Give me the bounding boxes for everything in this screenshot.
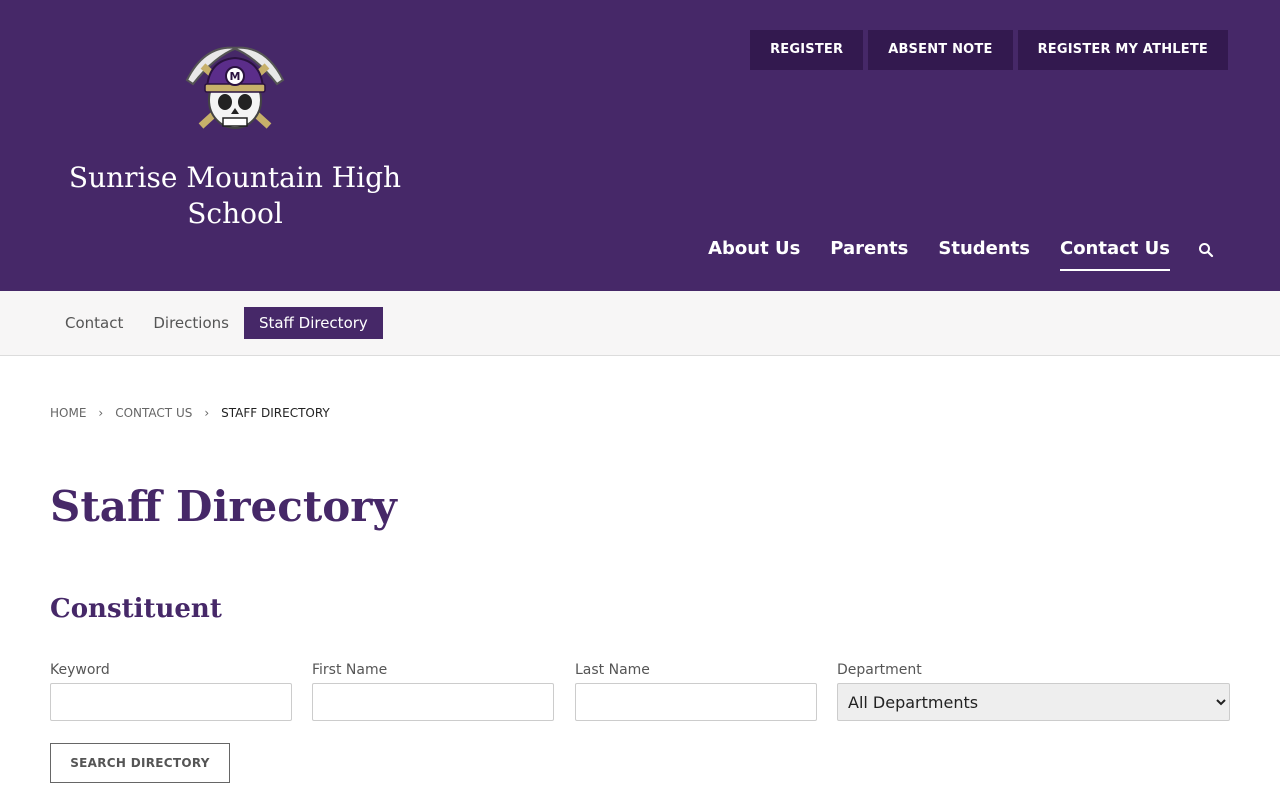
nav-item-about-us[interactable]: About Us [708,238,800,271]
first-name-input[interactable] [312,683,554,721]
page-title: Staff Directory [50,482,397,531]
first-name-field-group: First Name [312,662,554,721]
search-directory-button[interactable]: SEARCH DIRECTORY [50,743,230,783]
subnav-item-directions[interactable]: Directions [138,307,244,339]
subnav-item-staff-directory[interactable]: Staff Directory [243,307,383,339]
department-label: Department [837,662,922,678]
keyword-input[interactable] [50,683,292,721]
nav-item-contact-us[interactable]: Contact Us [1059,238,1170,271]
department-field-group: Department All Departments [837,662,1230,721]
utility-nav: REGISTER ABSENT NOTE REGISTER MY ATHLETE [750,30,1228,70]
register-button[interactable]: REGISTER [750,30,864,70]
last-name-field-group: Last Name [575,662,817,721]
breadcrumb-home[interactable]: HOME [50,406,86,420]
chevron-right-icon: › [98,406,104,420]
chevron-right-icon: › [204,406,210,420]
keyword-label: Keyword [50,662,110,678]
nav-item-students[interactable]: Students [938,238,1030,271]
last-name-label: Last Name [575,662,650,678]
last-name-input[interactable] [575,683,817,721]
breadcrumb-contact-us[interactable]: CONTACT US [115,406,192,420]
main-nav: About Us Parents Students Contact Us [678,238,1214,271]
register-my-athlete-button[interactable]: REGISTER MY ATHLETE [1017,30,1228,70]
breadcrumb: HOME › CONTACT US › STAFF DIRECTORY [50,406,330,420]
first-name-label: First Name [312,662,388,678]
site-header: M Sunrise Mountain High School REGISTER … [0,0,1280,291]
section-title: Constituent [50,594,222,624]
keyword-field-group: Keyword [50,662,292,721]
department-select[interactable]: All Departments [837,683,1230,721]
nav-item-parents[interactable]: Parents [830,238,908,271]
breadcrumb-staff-directory: STAFF DIRECTORY [221,406,330,420]
subnav-item-contact[interactable]: Contact [50,307,138,339]
section-subnav: Contact Directions Staff Directory [0,291,1280,356]
school-logo-link[interactable]: M Sunrise Mountain High School [60,38,410,232]
miner-skull-logo: M [185,46,285,129]
school-name: Sunrise Mountain High School [68,161,402,230]
absent-note-button[interactable]: ABSENT NOTE [868,30,1013,70]
search-icon[interactable] [1198,242,1214,268]
logo-letter: M [230,70,241,83]
